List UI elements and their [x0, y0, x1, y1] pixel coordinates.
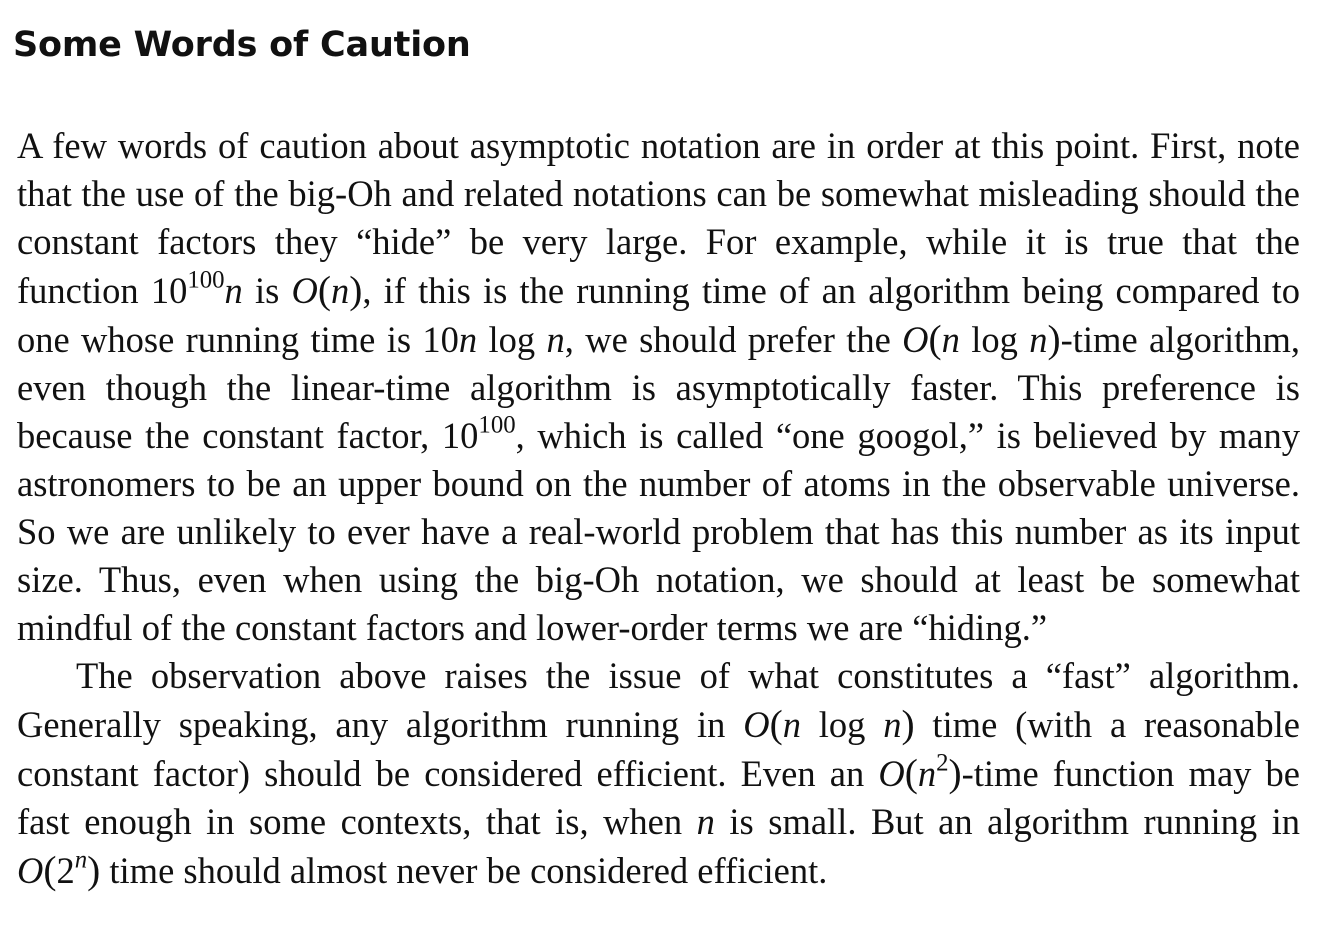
math-number: 10: [422, 319, 459, 360]
math-variable: n: [917, 753, 937, 794]
math-variable: n: [546, 319, 565, 360]
math-expression: O(n log n): [743, 702, 915, 746]
math-variable: n: [224, 270, 243, 311]
math-number: 10: [441, 415, 479, 456]
math-operator: log: [488, 319, 536, 360]
section-heading: Some Words of Caution: [13, 25, 471, 65]
text-run: , we should prefer the: [564, 319, 903, 360]
math-operator: log: [818, 704, 866, 745]
math-expression: 10100n: [150, 266, 243, 311]
math-paren: ): [87, 848, 101, 892]
math-big-o: O: [878, 753, 905, 794]
math-paren: (: [769, 702, 783, 746]
math-variable: n: [782, 704, 801, 745]
math-big-o: O: [17, 850, 44, 891]
math-expression: O(n log n): [902, 317, 1061, 361]
math-exponent: 100: [478, 411, 516, 439]
paragraph-fast-algorithms: The observation above raises the issue o…: [17, 652, 1300, 895]
math-exponent: n: [74, 846, 88, 874]
math-big-o: O: [291, 270, 318, 311]
math-paren: ): [349, 268, 363, 312]
paragraph-caution: A few words of caution about asymptotic …: [17, 122, 1300, 652]
math-number: 10: [150, 270, 188, 311]
math-variable: n: [1029, 319, 1048, 360]
math-expression: O(n): [291, 268, 363, 312]
text-run: time should almost never be considered e…: [100, 850, 828, 891]
math-exponent: 2: [936, 749, 949, 777]
text-run: is: [242, 270, 292, 311]
math-paren: ): [1047, 317, 1061, 361]
math-variable: n: [330, 270, 350, 311]
math-big-o: O: [743, 704, 770, 745]
math-expression: O(n2): [878, 749, 962, 795]
math-paren: ): [901, 702, 915, 746]
math-expression: 10n log n: [422, 319, 564, 360]
page-content: Some Words of Caution A few words of cau…: [13, 18, 1300, 895]
math-exponent: 100: [187, 266, 225, 294]
math-variable: n: [696, 801, 715, 842]
math-big-o: O: [902, 319, 929, 360]
math-paren: (: [904, 751, 918, 795]
math-paren: (: [317, 268, 331, 312]
math-number: 2: [56, 850, 75, 891]
math-expression: 10100: [441, 411, 516, 456]
math-paren: (: [43, 848, 57, 892]
math-variable: n: [883, 704, 902, 745]
math-paren: ): [948, 751, 962, 795]
math-variable: n: [941, 319, 960, 360]
math-expression: O(2n): [17, 846, 101, 892]
math-variable: n: [458, 319, 478, 360]
math-operator: log: [971, 319, 1018, 360]
text-run: is small. But an algorithm running in: [714, 801, 1300, 842]
math-paren: (: [928, 317, 942, 361]
